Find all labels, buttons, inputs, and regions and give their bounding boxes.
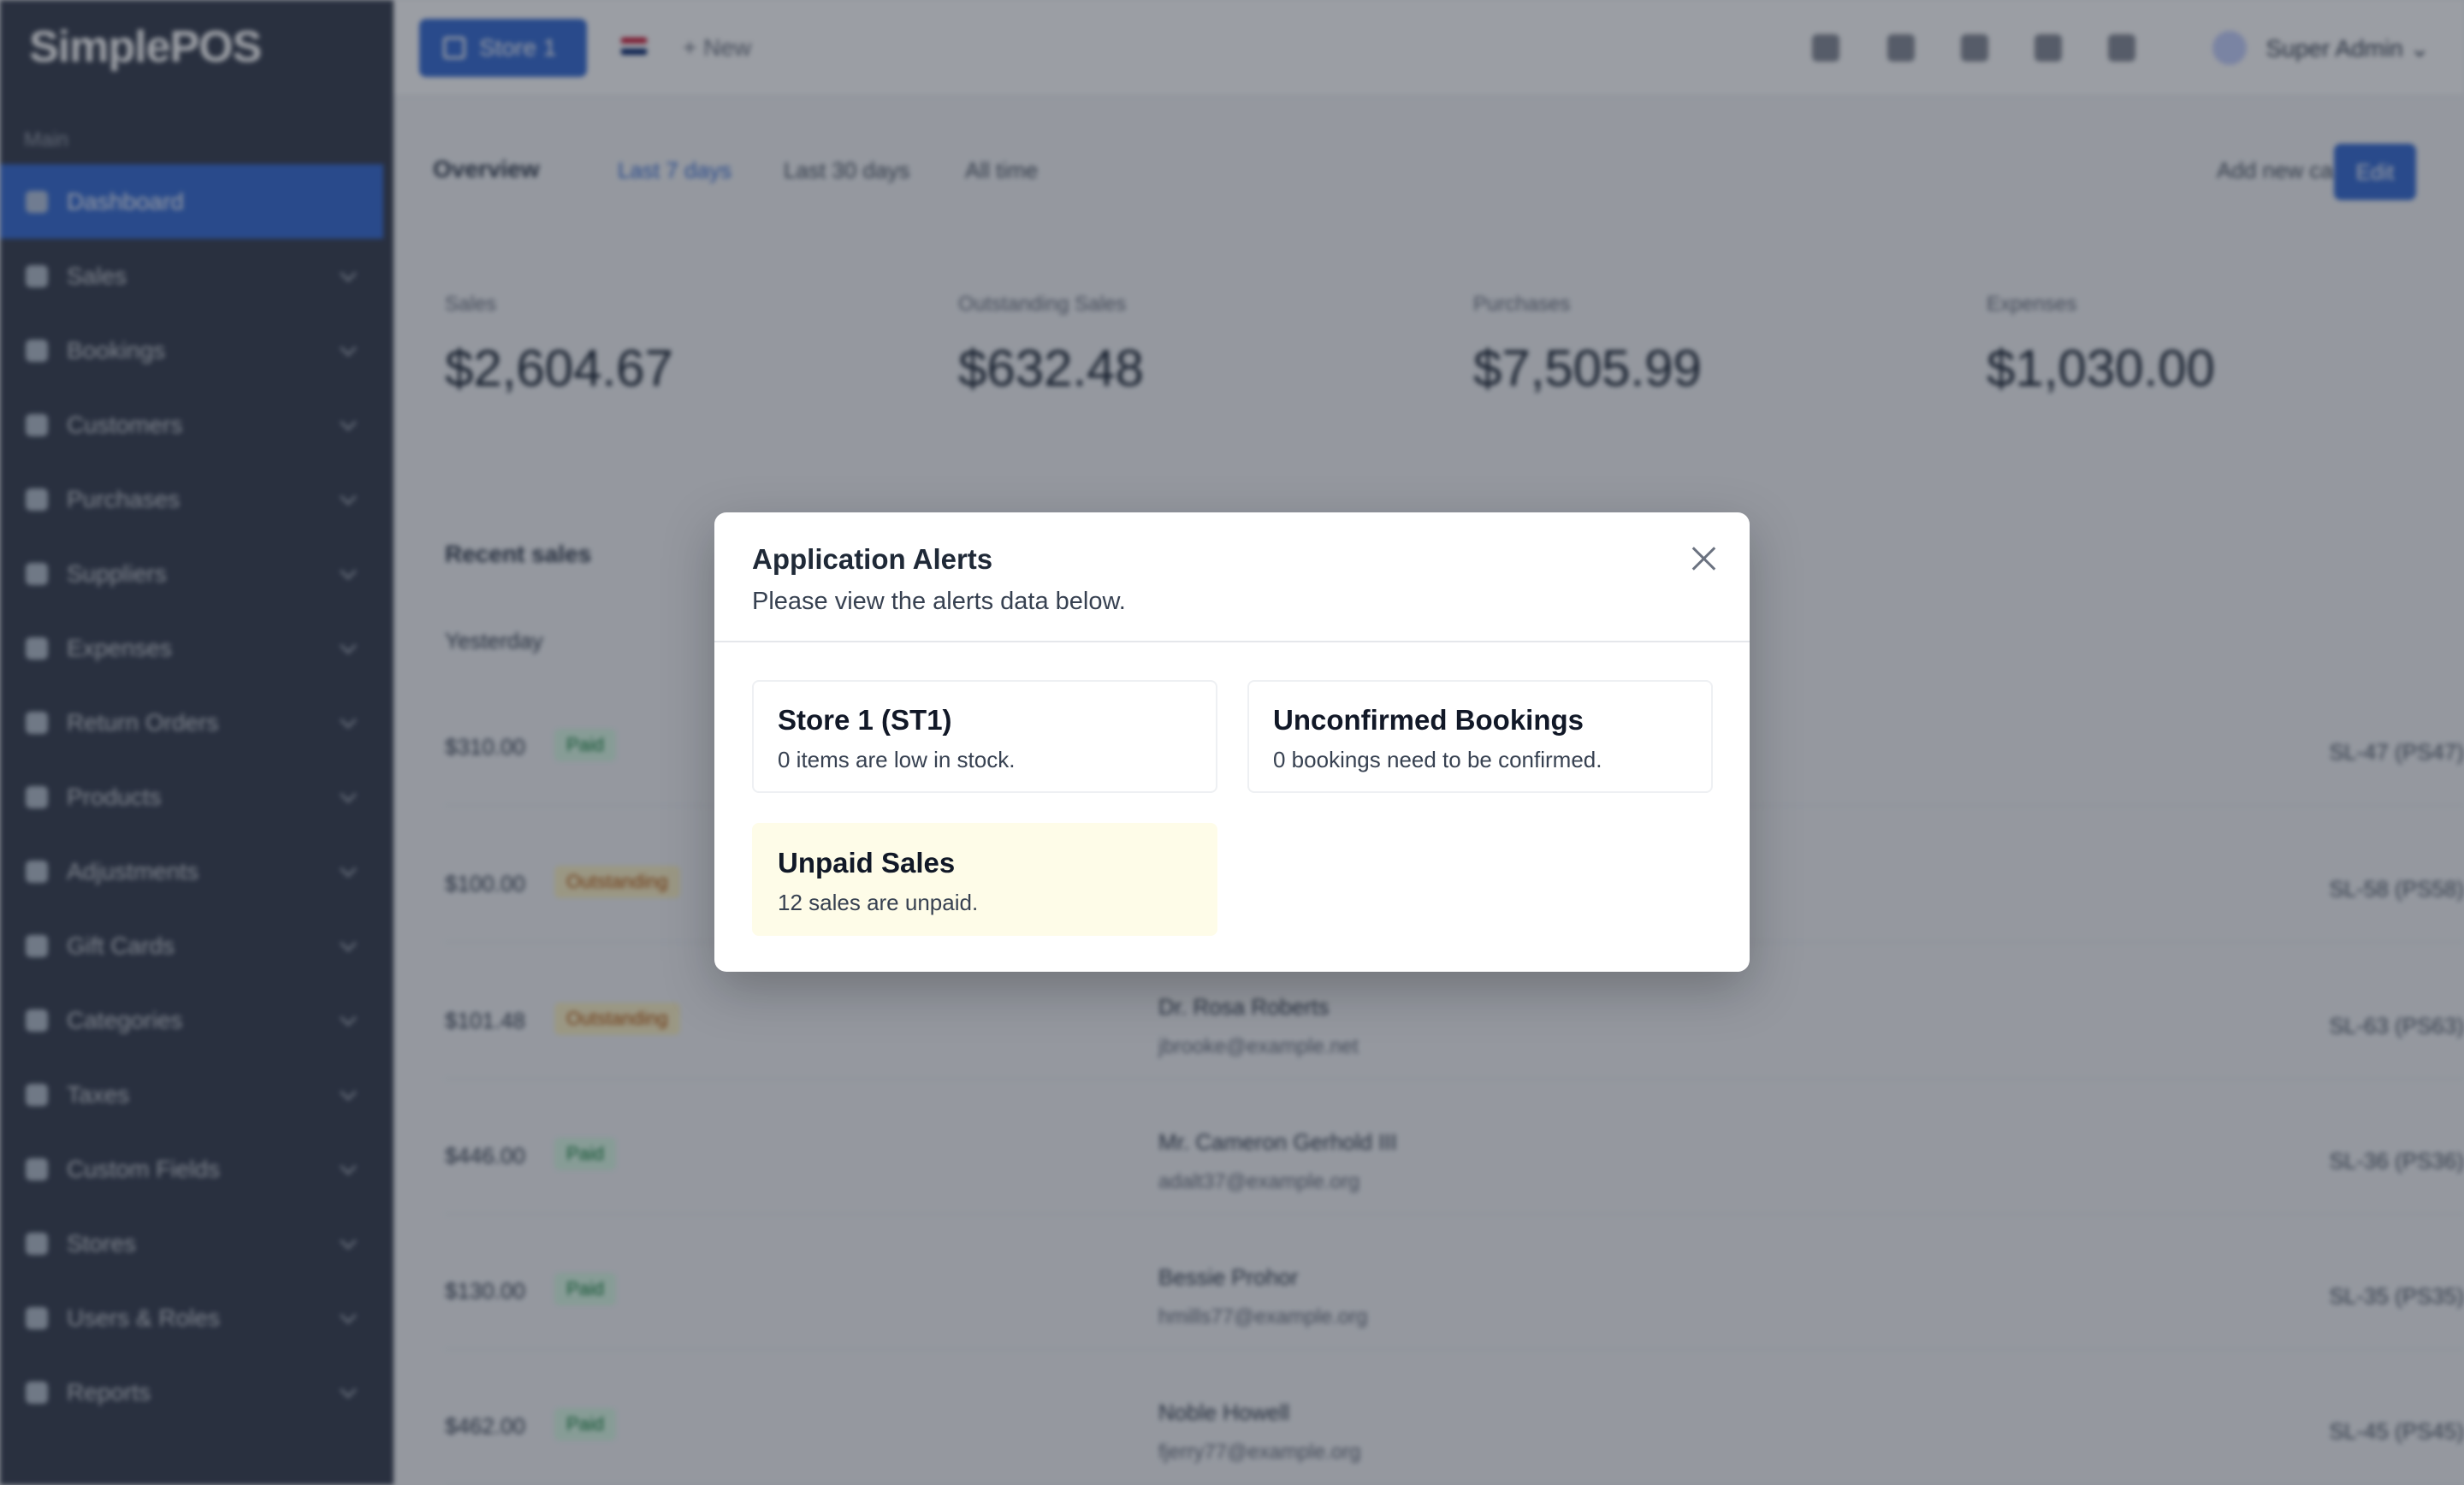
close-icon[interactable]: [1686, 541, 1721, 576]
modal-title: Application Alerts: [752, 543, 993, 575]
alert-card-unpaid-sales[interactable]: Unpaid Sales 12 sales are unpaid.: [752, 823, 1217, 936]
alert-title: Unconfirmed Bookings: [1273, 704, 1584, 736]
alert-title: Unpaid Sales: [778, 847, 956, 879]
alert-title: Store 1 (ST1): [778, 704, 952, 736]
alert-card-unconfirmed-bookings[interactable]: Unconfirmed Bookings 0 bookings need to …: [1247, 680, 1713, 793]
alert-card-low-stock[interactable]: Store 1 (ST1) 0 items are low in stock.: [752, 680, 1217, 793]
alert-text: 12 sales are unpaid.: [778, 890, 979, 915]
alerts-modal: Application Alerts Please view the alert…: [714, 512, 1750, 972]
alert-text: 0 bookings need to be confirmed.: [1273, 747, 1602, 772]
modal-subtitle: Please view the alerts data below.: [752, 588, 1126, 615]
alert-text: 0 items are low in stock.: [778, 747, 1016, 772]
modal-header: Application Alerts Please view the alert…: [714, 512, 1750, 642]
